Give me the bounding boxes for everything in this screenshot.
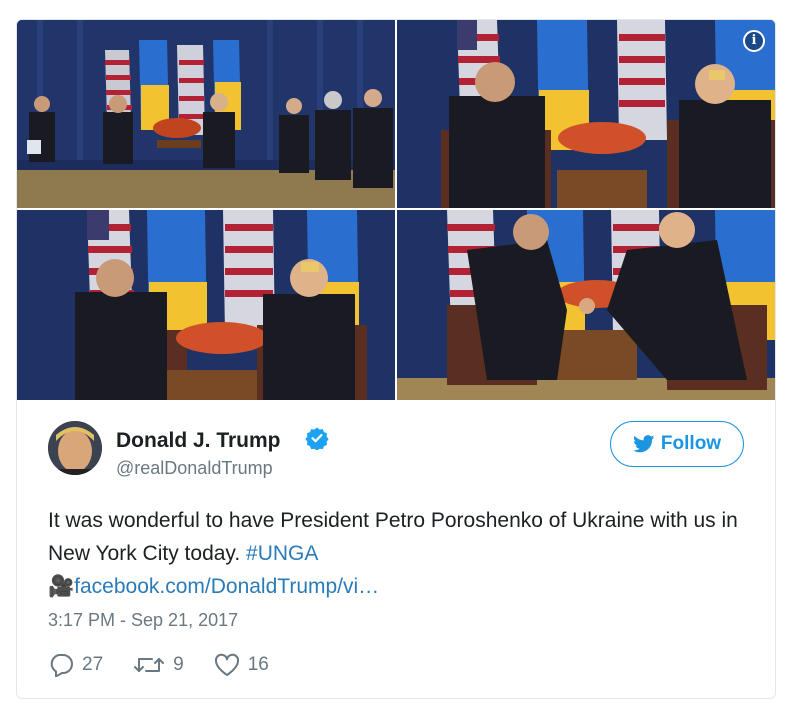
follow-label: Follow bbox=[660, 433, 722, 454]
author-name[interactable]: Donald J. Trump bbox=[116, 429, 281, 453]
like-count: 16 bbox=[247, 654, 269, 675]
verified-badge-icon bbox=[305, 427, 329, 450]
reply-count: 27 bbox=[82, 654, 104, 675]
photo-grid: i bbox=[17, 20, 775, 400]
tweet-body: It was wonderful to have President Petro… bbox=[48, 509, 738, 565]
photo-4[interactable] bbox=[397, 210, 775, 400]
retweet-icon bbox=[134, 658, 165, 672]
follow-button[interactable]: Follow bbox=[610, 421, 744, 467]
retweet-button[interactable]: 9 bbox=[133, 653, 184, 677]
photo-2[interactable]: i bbox=[397, 20, 775, 208]
avatar[interactable] bbox=[48, 421, 102, 475]
video-camera-icon: 🎥 bbox=[48, 575, 75, 598]
tweet-card[interactable]: i Donald J. Trump @realDonaldTrump Follo… bbox=[16, 19, 776, 699]
retweet-count: 9 bbox=[173, 654, 184, 675]
reply-icon bbox=[50, 654, 73, 677]
action-bar: 27 9 16 bbox=[48, 651, 299, 679]
info-icon[interactable]: i bbox=[743, 30, 765, 52]
tweet-text: It was wonderful to have President Petro… bbox=[48, 504, 768, 603]
twitter-bird-icon bbox=[633, 435, 655, 453]
heart-icon bbox=[214, 653, 239, 676]
like-button[interactable]: 16 bbox=[214, 653, 269, 677]
author-handle[interactable]: @realDonaldTrump bbox=[116, 458, 273, 479]
reply-button[interactable]: 27 bbox=[48, 653, 103, 677]
facebook-link[interactable]: facebook.com/DonaldTrump/vi… bbox=[74, 575, 379, 598]
timestamp[interactable]: 3:17 PM - Sep 21, 2017 bbox=[48, 610, 238, 631]
hashtag-link[interactable]: #UNGA bbox=[246, 542, 318, 565]
photo-3[interactable] bbox=[17, 210, 395, 400]
photo-1[interactable] bbox=[17, 20, 395, 208]
